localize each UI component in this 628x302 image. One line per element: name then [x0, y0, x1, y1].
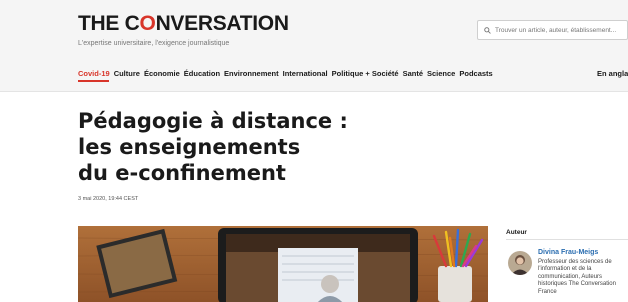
search-icon	[484, 26, 491, 34]
nav-item-sante[interactable]: Santé	[403, 69, 423, 78]
site-tagline: L'expertise universitaire, l'exigence jo…	[78, 40, 230, 47]
search-box[interactable]	[477, 20, 628, 40]
nav-item-education[interactable]: Éducation	[184, 69, 220, 78]
nav-item-podcasts[interactable]: Podcasts	[459, 69, 492, 78]
nav-item-covid-19[interactable]: Covid-19	[78, 69, 110, 78]
author-avatar[interactable]	[508, 251, 532, 275]
language-link[interactable]: En angla	[597, 69, 628, 78]
main-nav: Covid-19 Culture Économie Éducation Envi…	[78, 69, 493, 78]
divider	[506, 239, 628, 240]
author-bio: Professeur des sciences de l'information…	[538, 259, 616, 295]
author-name-link[interactable]: Divina Frau-Meigs	[538, 249, 598, 256]
site-logo[interactable]: THE CONVERSATION	[78, 12, 289, 36]
desk-laptop-illustration	[78, 226, 488, 302]
nav-item-politique-societe[interactable]: Politique + Société	[332, 69, 399, 78]
author-section-label: Auteur	[506, 229, 527, 236]
active-nav-indicator	[78, 80, 109, 82]
publication-date: 3 mai 2020, 19:44 CEST	[78, 196, 139, 202]
nav-item-science[interactable]: Science	[427, 69, 455, 78]
article-title-line: du e-confinement	[78, 161, 286, 185]
article-title-line: Pédagogie à distance :	[78, 109, 348, 133]
nav-item-culture[interactable]: Culture	[114, 69, 140, 78]
author-photo	[508, 251, 532, 275]
hero-image	[78, 226, 488, 302]
nav-item-environnement[interactable]: Environnement	[224, 69, 279, 78]
nav-item-economie[interactable]: Économie	[144, 69, 180, 78]
search-input[interactable]	[495, 26, 627, 34]
logo-text-start: THE C	[78, 12, 140, 35]
logo-text-end: NVERSATION	[155, 12, 289, 35]
article-title-line: les enseignements	[78, 135, 301, 159]
article-title: Pédagogie à distance : les enseignements…	[78, 108, 378, 186]
logo-speech-bubble-o: O	[139, 12, 156, 35]
nav-item-international[interactable]: International	[283, 69, 328, 78]
site-header: THE CONVERSATION L'expertise universitai…	[0, 0, 628, 92]
